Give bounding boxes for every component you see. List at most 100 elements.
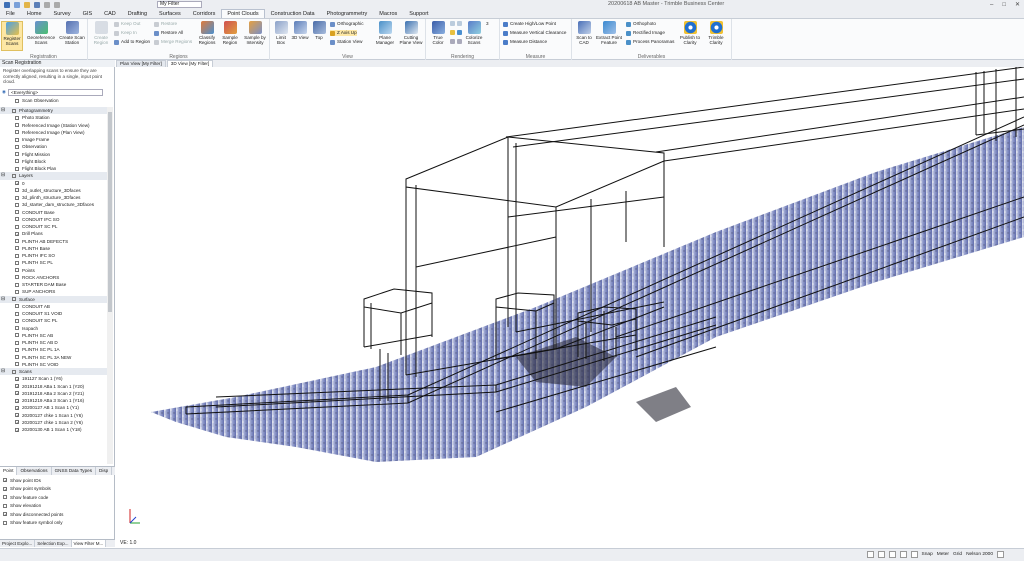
tree-item[interactable]: ✓ 20191219 ABa 3 Scan 1 (Y16): [0, 397, 107, 404]
item-checkbox[interactable]: [15, 210, 19, 215]
tree-item[interactable]: PLINTH Base: [0, 245, 107, 252]
register-scans-button[interactable]: Register Scans: [1, 21, 23, 51]
tree-item[interactable]: PLINTH IFC SO: [0, 252, 107, 259]
item-checkbox[interactable]: [15, 202, 19, 207]
item-checkbox[interactable]: [15, 166, 19, 171]
option-tab-observations[interactable]: Observations: [17, 467, 52, 475]
item-checkbox[interactable]: [15, 333, 19, 338]
tree-item[interactable]: ✓ 20191218 ABa 2 Scan 2 (Y21): [0, 390, 107, 397]
tree-item[interactable]: ✓ 20200127 chke 1 Scan 2 (Y6): [0, 419, 107, 426]
open-icon[interactable]: [24, 1, 30, 8]
measure-vertical-clearance-button[interactable]: Measure Vertical Clearance: [503, 30, 566, 36]
option-tab-point[interactable]: Point: [0, 467, 18, 475]
3d-view-button[interactable]: 3D View: [291, 21, 309, 40]
tree-group-photogrammetry[interactable]: ⊟ Photogrammetry: [0, 107, 107, 115]
point-option[interactable]: ✓ Show point IDs: [0, 476, 115, 485]
status-icon-5[interactable]: [910, 551, 918, 558]
status-icon-4[interactable]: [899, 551, 907, 558]
tree-item[interactable]: Photo Station: [0, 114, 107, 121]
filter-icon[interactable]: ◉: [2, 89, 6, 95]
units-label[interactable]: Meter: [937, 552, 949, 557]
process-panoramas-button[interactable]: Process Panoramas: [626, 39, 674, 45]
tree-item[interactable]: Observation: [0, 143, 107, 150]
view-filter-select[interactable]: <Everything>: [8, 88, 104, 96]
item-checkbox[interactable]: [15, 311, 19, 316]
status-icon-3[interactable]: [888, 551, 896, 558]
tree-item[interactable]: Referenced Image (Station View): [0, 122, 107, 129]
ribbon-tab-file[interactable]: File: [0, 9, 21, 18]
ribbon-tab-cad[interactable]: CAD: [98, 9, 122, 18]
tree-group-surface[interactable]: ⊟ Surface: [0, 295, 107, 303]
item-checkbox[interactable]: [15, 130, 19, 135]
create-high-low-point-button[interactable]: Create High/Low Point: [503, 21, 556, 27]
view-tab[interactable]: 3D View [My Filter]: [166, 60, 214, 67]
tree-item[interactable]: CONDUIT SC PL: [0, 317, 107, 324]
orthophoto-button[interactable]: Orthophoto: [626, 21, 656, 27]
item-checkbox[interactable]: ✓: [15, 384, 19, 389]
tree-item[interactable]: PLINTH SC VOID: [0, 361, 107, 368]
add-to-region-button[interactable]: Add to Region: [114, 39, 150, 45]
3d-viewport[interactable]: [116, 67, 1024, 548]
trimble-clarity-button[interactable]: Trimble Clarity: [704, 21, 728, 45]
minimize-icon[interactable]: –: [990, 2, 993, 8]
tree-item[interactable]: ✓ Drill Plans: [0, 230, 107, 237]
item-checkbox[interactable]: [15, 326, 19, 331]
item-checkbox[interactable]: ✓: [15, 231, 19, 236]
item-checkbox[interactable]: [15, 152, 19, 157]
item-checkbox[interactable]: [15, 355, 19, 360]
option-checkbox[interactable]: ✓: [3, 478, 7, 483]
tree-item[interactable]: PLINTH SC AB: [0, 332, 107, 339]
save-icon[interactable]: [34, 1, 40, 8]
item-checkbox[interactable]: [15, 347, 19, 352]
restore-all-button[interactable]: Restore All: [154, 30, 183, 36]
option-tab-disp[interactable]: Disp: [96, 467, 113, 475]
tree-item[interactable]: CONDUIT Base: [0, 209, 107, 216]
ribbon-tab-photogrammetry[interactable]: Photogrammetry: [321, 9, 374, 18]
grid-label[interactable]: Grid: [953, 552, 962, 557]
collapse-icon[interactable]: ⊟: [1, 368, 6, 375]
keep-out-button[interactable]: Keep Out: [114, 21, 140, 27]
plane-manager-button[interactable]: Plane Manager: [373, 21, 397, 45]
tree-item[interactable]: ✓ 191127 Scan 1 (Y6): [0, 375, 107, 382]
item-checkbox[interactable]: [15, 275, 19, 280]
tree-group-scans[interactable]: ⊟ Scans: [0, 368, 107, 376]
tree-item[interactable]: SUP ANCHORS: [0, 288, 107, 295]
cutting-plane-view-button[interactable]: Cutting Plane View: [398, 21, 424, 45]
cloud-display-button[interactable]: [450, 21, 462, 26]
item-checkbox[interactable]: [15, 304, 19, 309]
view-tab[interactable]: Plan View [My Filter]: [116, 60, 166, 67]
tree-item[interactable]: 3d_plinth_structure_3Dfaces: [0, 194, 107, 201]
ribbon-tab-survey[interactable]: Survey: [48, 9, 77, 18]
tree-scrollbar[interactable]: [107, 107, 113, 464]
tree-item[interactable]: CONDUIT SC PL: [0, 223, 107, 230]
panel-tab[interactable]: Selection Exp...: [35, 540, 72, 547]
scan-observation-row[interactable]: Scan Observation: [0, 97, 107, 104]
tree-item[interactable]: 3d_outlet_structure_3Dfaces: [0, 187, 107, 194]
filter-select[interactable]: My Filter: [157, 1, 202, 8]
item-checkbox[interactable]: [15, 137, 19, 142]
display-mode-button[interactable]: [450, 39, 462, 44]
option-checkbox[interactable]: ✓: [3, 486, 7, 491]
create-region-button[interactable]: Create Region: [90, 21, 112, 45]
tree-item[interactable]: CONDUIT S1 VOID: [0, 310, 107, 317]
group-checkbox[interactable]: [12, 108, 16, 113]
measure-distance-button[interactable]: Measure Distance: [503, 39, 547, 45]
item-checkbox[interactable]: [15, 260, 19, 265]
merge-regions-button[interactable]: Merge Regions: [154, 39, 192, 45]
redo-icon[interactable]: [54, 1, 60, 8]
panel-tab[interactable]: View Filter M...: [71, 540, 107, 547]
z-axis-up-button[interactable]: Z Axis Up: [330, 30, 357, 36]
create-scan-station-button[interactable]: Create Scan Station: [58, 21, 86, 45]
item-checkbox[interactable]: ✓: [15, 376, 19, 381]
georeference-scans-button[interactable]: Georeference Scans: [25, 21, 57, 45]
tree-item[interactable]: Flight Block Plan: [0, 165, 107, 172]
orthographic-button[interactable]: Orthographic: [330, 21, 364, 27]
item-checkbox[interactable]: [15, 195, 19, 200]
option-checkbox[interactable]: [3, 520, 7, 525]
limit-box-button[interactable]: Limit Box: [272, 21, 290, 45]
item-checkbox[interactable]: [15, 217, 19, 222]
point-option[interactable]: Show elevation: [0, 502, 115, 511]
ribbon-tab-drafting[interactable]: Drafting: [122, 9, 153, 18]
status-icon-1[interactable]: [866, 551, 874, 558]
tree-item[interactable]: Referenced Image (Plan View): [0, 129, 107, 136]
